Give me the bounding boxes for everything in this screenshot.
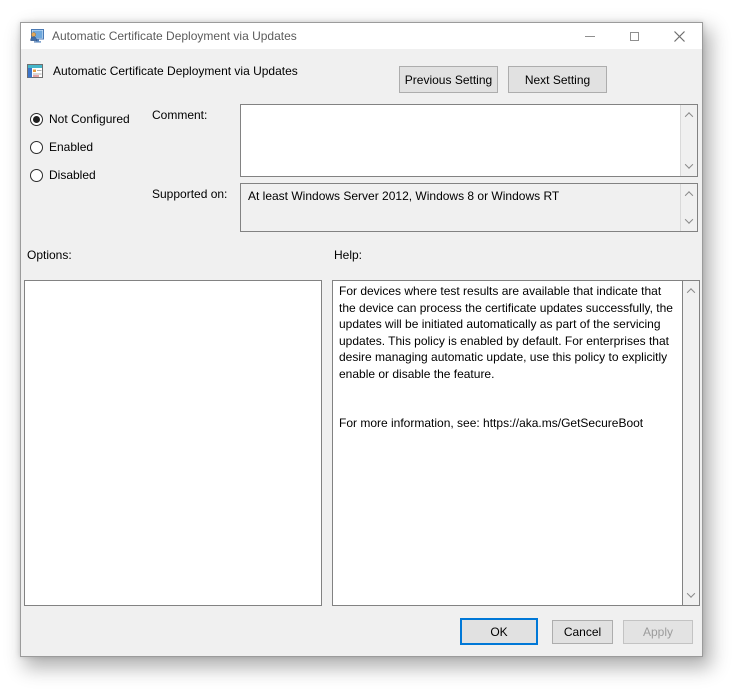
scroll-down-button[interactable] [683, 215, 696, 226]
chevron-down-icon [684, 160, 694, 169]
radio-icon [30, 112, 43, 126]
scroll-down-button[interactable] [685, 589, 698, 600]
minimize-button[interactable] [567, 23, 612, 49]
scroll-down-button[interactable] [683, 160, 696, 171]
radio-not-configured[interactable]: Not Configured [30, 111, 130, 127]
chevron-down-icon [686, 589, 696, 598]
chevron-up-icon [686, 288, 696, 297]
scroll-up-button[interactable] [683, 110, 696, 121]
close-icon [674, 30, 685, 42]
help-more-info: For more information, see: https://aka.m… [339, 416, 644, 430]
policy-title: Automatic Certificate Deployment via Upd… [53, 64, 298, 78]
previous-setting-button[interactable]: Previous Setting [399, 66, 498, 93]
comment-scrollbar[interactable] [680, 105, 697, 176]
supported-on-label: Supported on: [152, 187, 228, 201]
scroll-up-button[interactable] [685, 286, 698, 297]
comment-label: Comment: [152, 108, 208, 122]
supported-scrollbar[interactable] [680, 184, 697, 231]
chevron-up-icon [684, 112, 694, 121]
scroll-up-button[interactable] [683, 189, 696, 200]
radio-icon [30, 168, 43, 182]
comment-value [241, 105, 697, 111]
options-label: Options: [27, 248, 72, 262]
close-button[interactable] [657, 23, 702, 49]
maximize-icon [630, 31, 639, 41]
radio-enabled[interactable]: Enabled [30, 139, 93, 155]
cancel-button[interactable]: Cancel [552, 620, 613, 644]
radio-icon [30, 140, 43, 154]
chevron-down-icon [684, 215, 694, 224]
help-panel: For devices where test results are avail… [332, 280, 700, 606]
titlebar: Automatic Certificate Deployment via Upd… [21, 23, 702, 49]
policy-setting-dialog: Automatic Certificate Deployment via Upd… [20, 22, 703, 657]
help-scrollbar[interactable] [682, 281, 699, 605]
supported-on-field: At least Windows Server 2012, Windows 8 … [240, 183, 698, 232]
minimize-icon [584, 35, 595, 37]
radio-label: Disabled [49, 168, 96, 182]
next-setting-button[interactable]: Next Setting [508, 66, 607, 93]
help-paragraph: For devices where test results are avail… [339, 284, 673, 381]
radio-disabled[interactable]: Disabled [30, 167, 96, 183]
radio-label: Not Configured [49, 112, 130, 126]
comment-textarea[interactable] [240, 104, 698, 177]
ok-button[interactable]: OK [460, 618, 538, 645]
apply-button[interactable]: Apply [623, 620, 693, 644]
options-panel [24, 280, 322, 606]
policy-setting-icon [27, 64, 43, 78]
maximize-button[interactable] [612, 23, 657, 49]
chevron-up-icon [684, 191, 694, 200]
help-text-content: For devices where test results are avail… [333, 281, 682, 605]
radio-label: Enabled [49, 140, 94, 154]
supported-on-value: At least Windows Server 2012, Windows 8 … [248, 189, 560, 203]
app-icon [30, 29, 44, 43]
window-title: Automatic Certificate Deployment via Upd… [52, 29, 297, 43]
help-label: Help: [334, 248, 363, 262]
